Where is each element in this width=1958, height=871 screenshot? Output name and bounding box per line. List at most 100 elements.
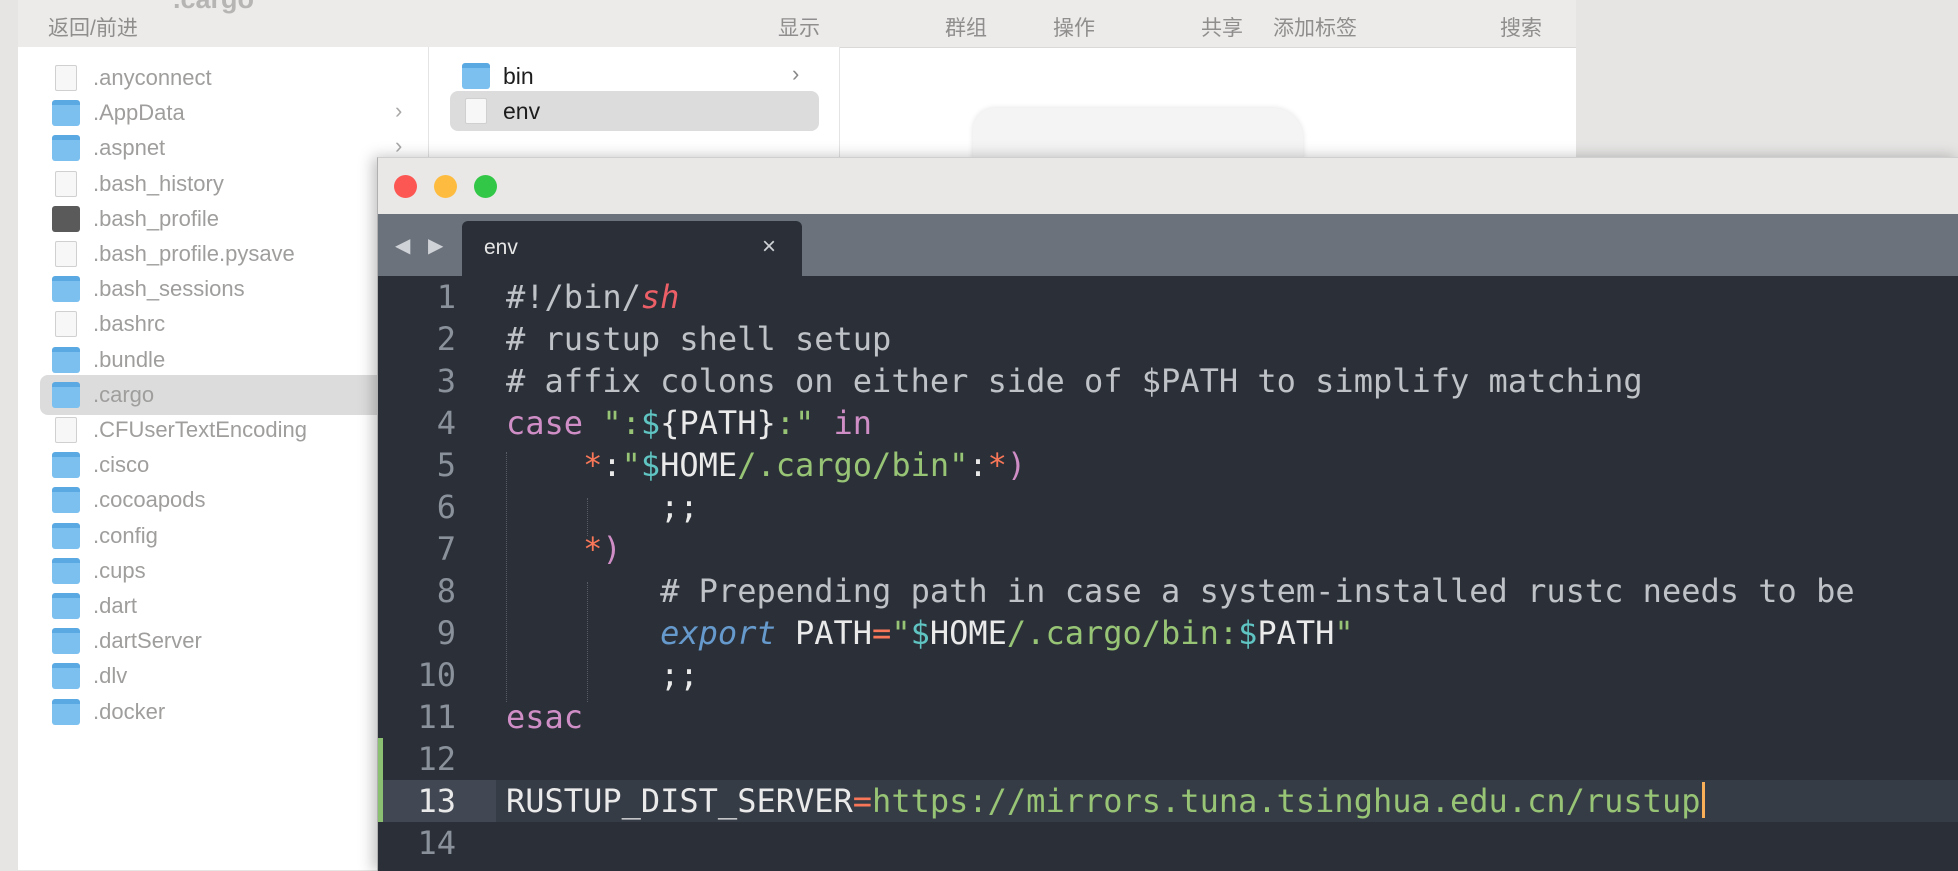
file-list-item[interactable]: .dartServer [40,621,428,661]
line-text: # rustup shell setup [506,320,892,358]
window-title: .cargo [173,0,254,15]
minimize-window-button[interactable] [434,175,457,198]
file-name: .AppData [93,100,185,126]
folder-icon [52,557,80,584]
tab-env[interactable]: env × [462,221,802,276]
code-line: 7 *) [378,528,1958,570]
document-icon [55,65,77,91]
line-number: 11 [417,698,456,736]
file-name: .docker [93,698,166,724]
line-number: 3 [436,362,456,400]
file-name: .dlv [93,663,128,689]
file-list-item[interactable]: .bash_sessions [40,269,428,309]
document-icon [55,241,77,267]
line-text: # Prepending path in case a system-insta… [660,572,1855,610]
file-list-item[interactable]: .cargo [40,374,428,415]
file-name: .cisco [93,452,150,478]
action-button[interactable]: 操作 [1053,12,1095,42]
code-line: 12 [378,738,1958,780]
file-list-item[interactable]: .bash_history [40,164,428,204]
line-text: export PATH="$HOME/.cargo/bin:$PATH" [660,614,1354,652]
file-list-item[interactable]: bin › [450,56,819,96]
line-text: # affix colons on either side of $PATH t… [506,362,1643,400]
file-list-item[interactable]: .CFUserTextEncoding [40,410,428,450]
editor-titlebar [378,158,1958,214]
line-number: 12 [417,740,456,778]
file-list-item[interactable]: .aspnet › [40,128,428,168]
terminal-document-icon [52,205,80,232]
add-tag-button[interactable]: 添加标签 [1273,12,1357,42]
file-name: .bash_profile [93,205,219,231]
folder-icon [462,63,490,89]
file-list-item[interactable]: env [450,91,819,131]
file-list-item[interactable]: .dlv [40,656,428,696]
file-list-item[interactable]: .config [40,516,428,556]
file-name: .cargo [93,381,155,407]
folder-icon [52,135,80,162]
line-number: 4 [436,404,456,442]
line-text: case ":${PATH}:" in [506,404,873,442]
share-button[interactable]: 共享 [1201,12,1243,42]
code-line: 11 esac [378,696,1958,738]
folder-icon [52,452,80,479]
file-list-item[interactable]: .bundle [40,340,428,380]
file-list-item[interactable]: .docker [40,692,428,732]
file-list-item[interactable]: .cups [40,551,428,591]
file-list-item[interactable]: .anyconnect [40,58,428,98]
file-name: .dart [93,593,138,618]
folder-icon [52,487,80,514]
file-list-item[interactable]: .bash_profile [40,199,428,239]
zoom-window-button[interactable] [474,175,497,198]
line-number: 2 [436,320,456,358]
close-tab-icon[interactable]: × [762,233,776,261]
document-icon [55,311,77,338]
file-name: bin [503,63,534,89]
line-number: 6 [436,488,456,526]
file-list-item[interactable]: .cocoapods [40,480,428,520]
line-text: ;; [660,488,699,526]
folder-icon [52,100,80,127]
file-list-item[interactable]: .AppData › [40,93,428,133]
tab-label: env [484,236,518,259]
file-name: .dartServer [93,628,202,654]
code-line: 4 case ":${PATH}:" in [378,402,1958,444]
file-name: .bashrc [93,311,166,337]
folder-icon [52,698,80,725]
document-icon [465,98,487,124]
file-list-item[interactable]: .dart [40,586,428,626]
tab-navigation-arrows-icon[interactable]: ◀ ▶ [395,233,449,258]
code-line: 10 ;; [378,654,1958,696]
close-window-button[interactable] [394,175,417,198]
line-number: 10 [417,656,456,694]
line-number: 9 [436,614,456,652]
line-text: ;; [660,656,699,694]
code-line: 3 # affix colons on either side of $PATH… [378,360,1958,402]
line-number: 13 [417,782,456,820]
line-number: 7 [436,530,456,568]
document-icon [55,170,77,197]
line-number: 1 [436,278,456,316]
file-list-item[interactable]: .bashrc [40,304,428,344]
view-button[interactable]: 显示 [778,12,820,42]
text-cursor [1702,782,1706,818]
back-forward-button[interactable]: 返回/前进 [48,12,138,42]
code-line: 8 # Prepending path in case a system-ins… [378,570,1958,612]
document-icon [55,417,77,443]
line-text: #!/bin/sh [506,278,680,316]
file-list-item[interactable]: .cisco [40,445,428,485]
chevron-right-icon: › [395,98,403,124]
folder-icon [52,522,80,549]
code-line-active: 13 RUSTUP_DIST_SERVER=https://mirrors.tu… [378,780,1958,822]
file-name: .bundle [93,346,166,372]
folder-icon [52,593,80,619]
search-button[interactable]: 搜索 [1500,12,1542,42]
file-list-item[interactable]: .bash_profile.pysave [40,234,428,274]
group-button[interactable]: 群组 [945,12,987,42]
file-name: env [503,98,541,124]
code-line: 14 [378,822,1958,864]
line-text: *) [583,530,622,568]
code-line: 1 #!/bin/sh [378,276,1958,318]
line-number: 14 [417,824,456,862]
code-editor[interactable]: 1 #!/bin/sh 2 # rustup shell setup 3 # a… [378,276,1958,871]
file-name: .bash_history [93,170,224,196]
